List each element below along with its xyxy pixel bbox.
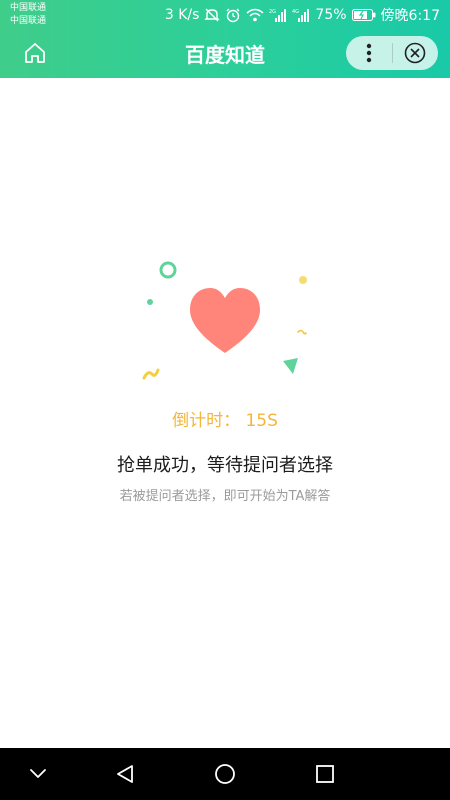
heart-icon bbox=[190, 288, 260, 353]
squiggle-decoration-small bbox=[297, 329, 307, 335]
ring-decoration bbox=[159, 261, 177, 279]
success-message: 抢单成功，等待提问者选择 bbox=[117, 455, 333, 476]
chevron-down-icon bbox=[28, 768, 48, 780]
nav-back-button[interactable] bbox=[111, 760, 139, 788]
squiggle-decoration bbox=[142, 368, 160, 380]
home-circle-icon bbox=[214, 763, 236, 785]
dot-decoration-green bbox=[147, 299, 153, 305]
app-header: 百度知道 bbox=[0, 30, 450, 78]
carrier-info: 中国联通 中国联通 bbox=[10, 2, 46, 28]
mute-icon bbox=[204, 7, 221, 23]
mini-app-capsule bbox=[346, 36, 438, 70]
signal-4g-icon: 4G bbox=[292, 8, 310, 22]
battery-percent: 75% bbox=[315, 7, 347, 23]
countdown-text: 倒计时： 15S bbox=[0, 406, 450, 431]
carrier-2: 中国联通 bbox=[10, 16, 47, 26]
nav-recent-button[interactable] bbox=[311, 760, 339, 788]
close-circle-icon bbox=[404, 42, 426, 64]
dot-decoration-yellow bbox=[299, 276, 307, 284]
signal-2g-icon: 2G bbox=[269, 8, 287, 22]
countdown-label: 倒计时： bbox=[172, 411, 241, 431]
status-bar: 中国联通 中国联通 3 K/s 2G 4G 75% 傍晚6:17 bbox=[0, 0, 450, 30]
battery-icon bbox=[351, 9, 376, 21]
close-button[interactable] bbox=[392, 36, 438, 70]
net-speed: 3 K/s bbox=[164, 7, 200, 23]
nav-collapse-button[interactable] bbox=[24, 760, 52, 788]
wifi-icon bbox=[246, 8, 264, 22]
carrier-1: 中国联通 bbox=[10, 3, 47, 13]
alarm-icon bbox=[225, 7, 241, 23]
android-nav-bar bbox=[0, 748, 450, 800]
triangle-decoration bbox=[283, 358, 298, 374]
countdown-value: 15S bbox=[245, 411, 278, 431]
more-button[interactable] bbox=[346, 36, 392, 70]
more-vertical-icon bbox=[366, 43, 372, 63]
hint-message: 若被提问者选择，即可开始为TA解答 bbox=[119, 489, 331, 504]
recent-square-icon bbox=[315, 764, 335, 784]
signal-1-label: 2G bbox=[269, 9, 276, 15]
status-icons: 3 K/s 2G 4G 75% 傍晚6:17 bbox=[165, 6, 440, 24]
nav-home-button[interactable] bbox=[211, 760, 239, 788]
success-illustration bbox=[0, 240, 450, 390]
back-triangle-icon bbox=[114, 763, 136, 785]
clock-time: 傍晚6:17 bbox=[380, 8, 440, 24]
signal-2-label: 4G bbox=[292, 9, 299, 15]
app-topbar: 中国联通 中国联通 3 K/s 2G 4G 75% 傍晚6:17 百度知道 bbox=[0, 0, 450, 78]
